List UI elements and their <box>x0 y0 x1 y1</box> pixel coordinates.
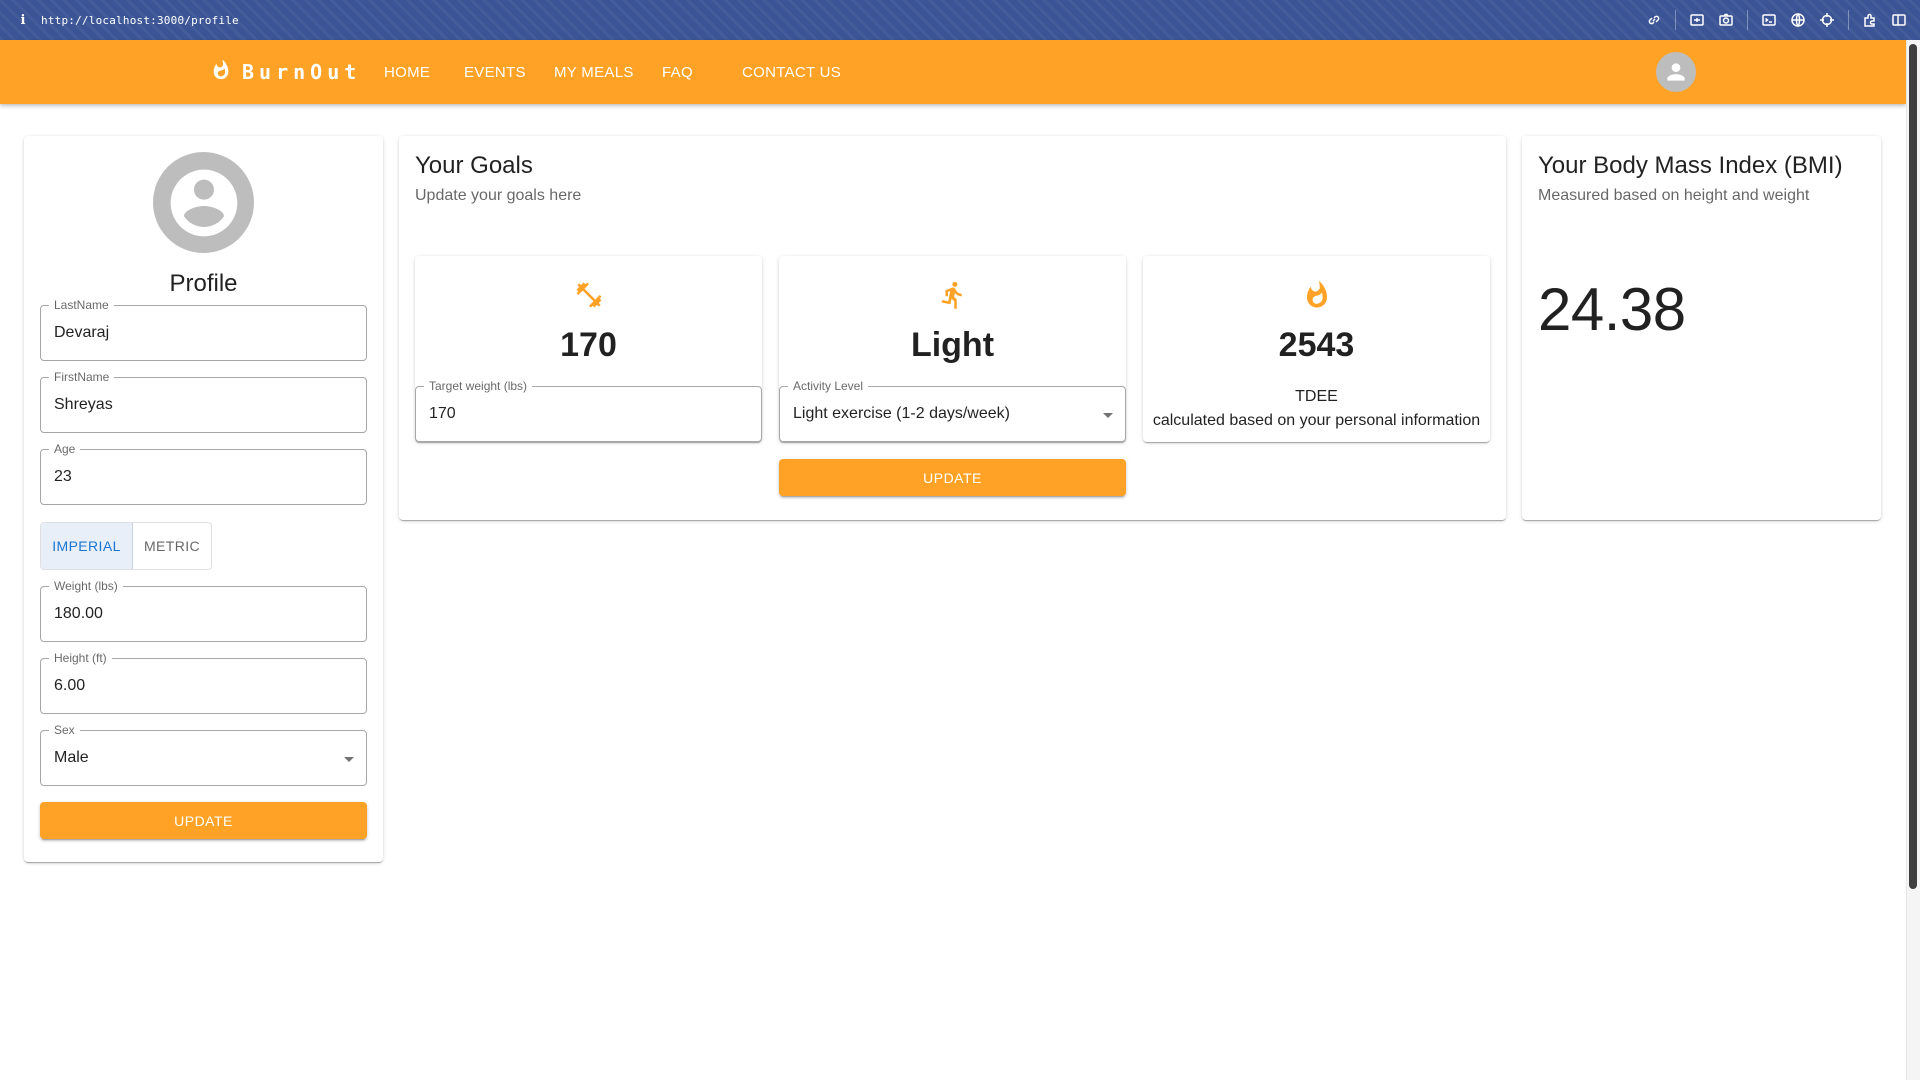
activity-level-selected[interactable]: Light exercise (1-2 days/week) <box>793 405 1010 423</box>
nav-home[interactable]: HOME <box>384 64 430 81</box>
age-label: Age <box>49 442 81 456</box>
profile-avatar[interactable] <box>153 152 254 253</box>
camera-icon[interactable] <box>1718 12 1734 28</box>
toolbar-divider <box>1675 10 1676 30</box>
nav-contact-us[interactable]: CONTACT US <box>742 64 841 81</box>
globe-icon[interactable] <box>1790 12 1806 28</box>
activity-level-label: Activity Level <box>788 379 869 393</box>
age-value[interactable]: 23 <box>54 468 72 486</box>
brand-name[interactable]: BurnOut <box>242 60 361 84</box>
crosshair-icon[interactable] <box>1819 12 1835 28</box>
weight-field[interactable]: Weight (lbs) 180.00 <box>40 579 367 642</box>
weight-label: Weight (lbs) <box>49 579 123 593</box>
target-weight-field[interactable]: Target weight (lbs) 170 <box>415 379 762 442</box>
profile-card: Profile LastName Devaraj FirstName Shrey… <box>24 136 383 862</box>
first-name-label: FirstName <box>49 370 115 384</box>
nav-events[interactable]: EVENTS <box>464 64 526 81</box>
tdee-description: calculated based on your personal inform… <box>1152 412 1481 429</box>
browser-toolbar: i http://localhost:3000/profile <box>0 0 1920 40</box>
account-circle-icon <box>170 169 237 236</box>
height-label: Height (ft) <box>49 651 112 665</box>
profile-update-button[interactable]: UPDATE <box>40 802 367 839</box>
bmi-title: Your Body Mass Index (BMI) <box>1538 152 1843 179</box>
last-name-field[interactable]: LastName Devaraj <box>40 298 367 361</box>
toolbar-divider <box>1848 10 1849 30</box>
nav-my-meals[interactable]: MY MEALS <box>554 64 634 81</box>
user-avatar[interactable] <box>1656 52 1696 92</box>
sidebar-icon[interactable] <box>1891 12 1907 28</box>
last-name-value[interactable]: Devaraj <box>54 324 109 342</box>
toolbar-icons <box>1646 0 1920 40</box>
extensions-icon[interactable] <box>1862 12 1878 28</box>
screen-capture-icon[interactable] <box>1689 12 1705 28</box>
flame-icon <box>1302 280 1332 310</box>
tdee-card: 2543 TDEE calculated based on your perso… <box>1143 256 1490 442</box>
height-field[interactable]: Height (ft) 6.00 <box>40 651 367 714</box>
terminal-icon[interactable] <box>1761 12 1777 28</box>
person-icon <box>1667 63 1685 81</box>
bmi-subtitle: Measured based on height and weight <box>1538 187 1810 204</box>
nav-faq[interactable]: FAQ <box>662 64 693 81</box>
target-weight-card: 170 Target weight (lbs) 170 <box>415 256 762 442</box>
goals-update-button[interactable]: UPDATE <box>779 459 1126 496</box>
activity-level-value: Light <box>910 326 995 364</box>
page-scrollbar-thumb[interactable] <box>1909 44 1917 889</box>
running-icon <box>938 280 968 310</box>
target-weight-label: Target weight (lbs) <box>424 379 533 393</box>
target-weight-value: 170 <box>560 326 617 364</box>
app-navbar: BurnOut HOME EVENTS MY MEALS FAQ CONTACT… <box>0 40 1906 104</box>
toolbar-divider <box>1747 10 1748 30</box>
first-name-field[interactable]: FirstName Shreyas <box>40 370 367 433</box>
goals-card: Your Goals Update your goals here 170 Ta… <box>399 136 1506 520</box>
sex-select[interactable]: Sex Male <box>40 723 367 786</box>
height-value[interactable]: 6.00 <box>54 677 85 695</box>
imperial-toggle[interactable]: IMPERIAL <box>41 523 133 569</box>
unit-toggle-group: IMPERIAL METRIC <box>40 522 212 570</box>
flame-logo-icon[interactable] <box>210 58 232 82</box>
dropdown-arrow-icon[interactable] <box>344 757 354 762</box>
dropdown-arrow-icon[interactable] <box>1103 413 1113 418</box>
info-icon[interactable]: i <box>16 13 30 28</box>
goals-title: Your Goals <box>415 152 533 179</box>
sex-label: Sex <box>49 723 80 737</box>
activity-level-select[interactable]: Activity Level Light exercise (1-2 days/… <box>779 379 1126 442</box>
first-name-value[interactable]: Shreyas <box>54 396 113 414</box>
dumbbell-icon <box>574 280 604 310</box>
age-field[interactable]: Age 23 <box>40 442 367 505</box>
weight-value[interactable]: 180.00 <box>54 605 103 623</box>
target-weight-input-value[interactable]: 170 <box>429 405 456 423</box>
tdee-label: TDEE <box>1295 388 1338 405</box>
sex-value[interactable]: Male <box>54 749 89 767</box>
metric-toggle[interactable]: METRIC <box>133 523 211 569</box>
bmi-value: 24.38 <box>1538 276 1686 343</box>
bmi-card: Your Body Mass Index (BMI) Measured base… <box>1522 136 1881 520</box>
link-icon[interactable] <box>1646 12 1662 28</box>
address-bar-url[interactable]: http://localhost:3000/profile <box>41 14 239 27</box>
profile-title: Profile <box>169 270 238 297</box>
goals-subtitle: Update your goals here <box>415 187 582 204</box>
last-name-label: LastName <box>49 298 114 312</box>
activity-level-card: Light Activity Level Light exercise (1-2… <box>779 256 1126 442</box>
tdee-value: 2543 <box>1278 326 1355 364</box>
